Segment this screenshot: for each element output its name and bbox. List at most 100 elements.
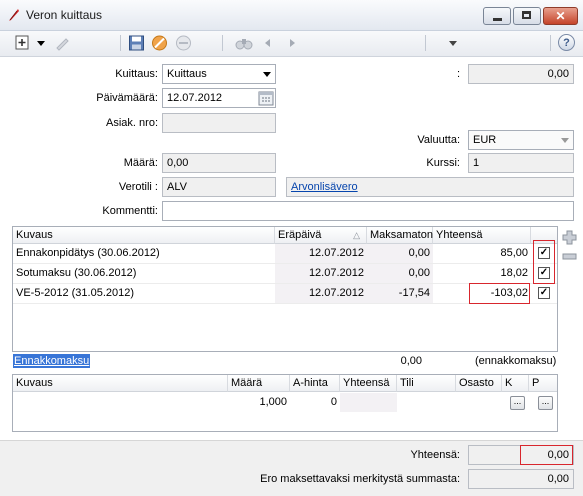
cell-erapaiva: 12.07.2012: [275, 264, 367, 283]
cell-erapaiva: 12.07.2012: [275, 244, 367, 263]
erapaiva-header-label: Eräpäivä: [278, 229, 322, 241]
close-button[interactable]: ✕: [543, 7, 578, 25]
calendar-icon[interactable]: [258, 90, 274, 106]
k-ellipsis-button[interactable]: ...: [510, 396, 525, 410]
plus-icon[interactable]: [562, 230, 577, 245]
top-amount-field: 0,00: [468, 64, 574, 84]
entry-cell-yhteensa: [340, 393, 397, 412]
toolbar-separator: [222, 35, 223, 51]
remove-icon[interactable]: [175, 34, 192, 52]
entry-row[interactable]: 1,000 0 ... ...: [13, 393, 557, 413]
cell-erapaiva: 12.07.2012: [275, 284, 367, 303]
verotili-field: ALV: [162, 177, 276, 197]
previous-icon[interactable]: [262, 34, 274, 52]
maara-label: Määrä:: [123, 157, 158, 169]
entry-header-k[interactable]: K: [502, 375, 529, 392]
entry-header-kuvaus[interactable]: Kuvaus: [13, 375, 228, 392]
cell-maksamaton: -17,54: [367, 284, 433, 303]
veron-kuittaus-window: Veron kuittaus ✕ ? Kuittaus: Kuittaus: …: [0, 0, 583, 496]
kuittaus-label: Kuittaus:: [115, 68, 158, 80]
sort-ascending-icon: △: [353, 230, 360, 240]
edit-icon[interactable]: [54, 34, 70, 52]
next-icon[interactable]: [286, 34, 298, 52]
kommentti-input[interactable]: [162, 201, 574, 221]
ero-field: 0,00: [468, 469, 574, 489]
title-bar: Veron kuittaus ✕: [0, 0, 583, 31]
toolbar-separator: [120, 35, 121, 51]
entry-cell-kuvaus[interactable]: [13, 393, 228, 412]
entry-header-yhteensa[interactable]: Yhteensä: [340, 375, 397, 392]
entry-cell-osasto[interactable]: [456, 393, 502, 412]
cell-yhteensa: 85,00: [500, 247, 528, 259]
yhteensa-highlight: [520, 445, 573, 465]
close-icon: ✕: [555, 9, 566, 23]
cell-maksamaton: 0,00: [367, 244, 433, 263]
feather-app-icon: [9, 9, 19, 21]
kurssi-field: 1: [468, 153, 574, 173]
verotili-label: Verotili :: [118, 181, 158, 193]
minimize-button[interactable]: [483, 7, 511, 25]
maximize-icon: [522, 11, 531, 19]
table-row[interactable]: Sotumaksu (30.06.2012) 12.07.2012 0,00 1…: [13, 264, 557, 284]
row-checkbox[interactable]: ✓: [538, 287, 550, 299]
entry-cell-maara[interactable]: 1,000: [228, 393, 290, 412]
toolbar: ?: [0, 31, 583, 57]
entry-table: Kuvaus Määrä A-hinta Yhteensä Tili Osast…: [12, 374, 558, 432]
ero-label: Ero maksettavaksi merkitystä summasta:: [260, 473, 460, 485]
chevron-down-icon: [263, 72, 271, 77]
colon-label: :: [456, 68, 460, 80]
ennakkomaksu-note: (ennakkomaksu): [475, 355, 557, 367]
verotili-name-field: Arvonlisävero: [286, 177, 574, 197]
minimize-icon: [493, 18, 502, 21]
entry-header-maara[interactable]: Määrä: [228, 375, 290, 392]
cancel-icon[interactable]: [151, 34, 168, 52]
checkbox-highlight: [533, 240, 555, 284]
ennakkomaksu-link[interactable]: Ennakkomaksu: [13, 354, 91, 368]
valuutta-select[interactable]: EUR: [468, 130, 574, 150]
binoculars-icon[interactable]: [234, 34, 254, 52]
entry-cell-ahinta[interactable]: 0: [290, 393, 340, 412]
arvonlisavero-link[interactable]: Arvonlisävero: [291, 181, 358, 193]
new-document-icon[interactable]: [14, 34, 32, 52]
kommentti-label: Kommentti:: [102, 205, 158, 217]
toolbar-separator: [425, 35, 426, 51]
p-ellipsis-button[interactable]: ...: [538, 396, 553, 410]
toolbar-separator: [550, 35, 551, 51]
column-header-kuvaus[interactable]: Kuvaus: [13, 227, 275, 244]
maara-field: 0,00: [162, 153, 276, 173]
asiak-nro-field: [162, 113, 276, 133]
cell-kuvaus: Sotumaksu (30.06.2012): [16, 267, 137, 279]
options-chevron-down-icon[interactable]: [448, 34, 458, 52]
entry-header-p[interactable]: P: [529, 375, 557, 392]
cell-maksamaton: 0,00: [367, 264, 433, 283]
tax-table: Kuvaus Eräpäivä △ Maksamaton Yhteensä En…: [12, 226, 558, 352]
summary-panel: Yhteensä: 0,00 Ero maksettavaksi merkity…: [0, 440, 583, 496]
entry-cell-tili[interactable]: [397, 393, 456, 412]
save-icon[interactable]: [128, 34, 145, 52]
chevron-down-icon: [561, 138, 569, 143]
minus-icon[interactable]: [562, 252, 577, 262]
date-value: 12.07.2012: [167, 92, 223, 104]
window-title: Veron kuittaus: [26, 8, 103, 22]
total-highlight: [469, 283, 530, 304]
new-dropdown-chevron-icon[interactable]: [36, 34, 46, 52]
entry-header-osasto[interactable]: Osasto: [456, 375, 502, 392]
kuittaus-select-value: Kuittaus: [167, 68, 207, 80]
kurssi-label: Kurssi:: [426, 157, 460, 169]
column-header-erapaiva[interactable]: Eräpäivä △: [275, 227, 367, 244]
help-icon[interactable]: ?: [558, 34, 575, 51]
entry-header-ahinta[interactable]: A-hinta: [290, 375, 340, 392]
valuutta-label: Valuutta:: [417, 134, 460, 146]
valuutta-value: EUR: [473, 134, 497, 146]
paivamaara-label: Päivämäärä:: [96, 92, 158, 104]
yhteensa-label: Yhteensä:: [410, 449, 460, 461]
maximize-button[interactable]: [513, 7, 541, 25]
kuittaus-select[interactable]: Kuittaus: [162, 64, 276, 84]
ennakkomaksu-value: 0,00: [400, 355, 422, 367]
asiak-nro-label: Asiak. nro:: [106, 117, 158, 129]
cell-yhteensa: 18,02: [500, 267, 528, 279]
column-header-yhteensa[interactable]: Yhteensä: [433, 227, 531, 244]
column-header-maksamaton[interactable]: Maksamaton: [367, 227, 433, 244]
entry-header-tili[interactable]: Tili: [397, 375, 456, 392]
table-row[interactable]: Ennakonpidätys (30.06.2012) 12.07.2012 0…: [13, 244, 557, 264]
